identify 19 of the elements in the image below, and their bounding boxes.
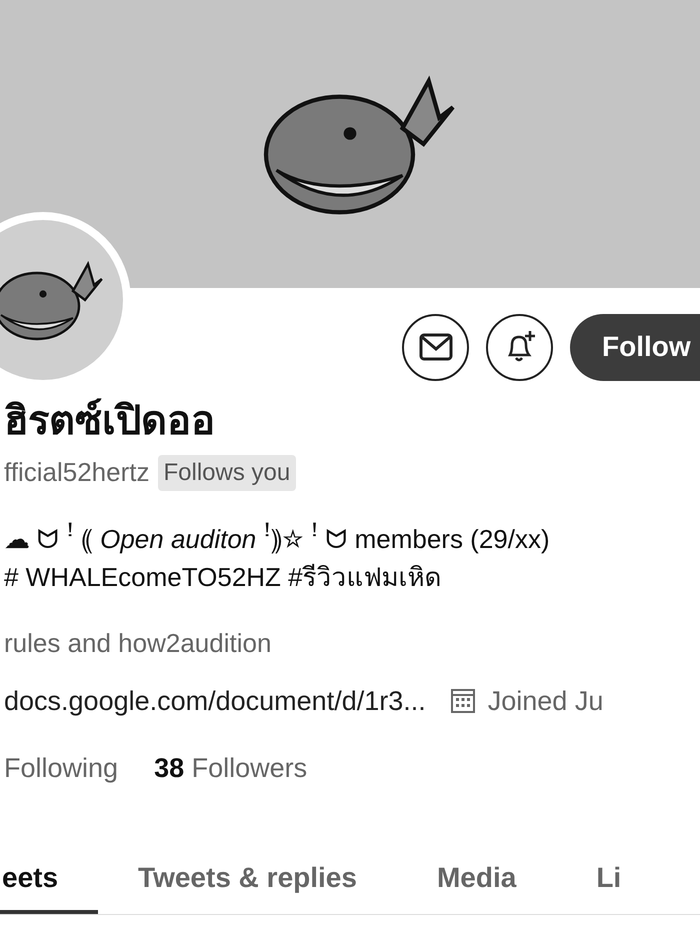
profile-tab[interactable]: eets (0, 846, 98, 914)
follow-button[interactable]: Follow (570, 314, 700, 380)
followers-link[interactable]: 38 Followers (154, 748, 308, 788)
calendar-icon (450, 688, 476, 714)
profile-tab[interactable]: Li (556, 846, 662, 914)
envelope-icon (418, 333, 452, 361)
joined-date: Joined Ju (488, 685, 604, 718)
profile-name: ฮิรตซ์เปิดออ (4, 397, 216, 445)
bio-text: # WHALEcomeTO52HZ #รีวิวแฟมเหิด (4, 561, 443, 594)
profile-handle: fficial52hertz (4, 456, 150, 489)
website-link[interactable]: docs.google.com/document/d/1r3... (4, 681, 426, 722)
location-text: rules and how2audition (4, 627, 272, 660)
bio-text: ☁ ᗢ ꜝ ⸨ Open auditon ꜝ⸩☆ ꜝ ᗢ members (29/xx) (4, 522, 551, 556)
following-link[interactable]: Following (4, 748, 118, 788)
message-button[interactable] (402, 314, 469, 380)
follows-you-badge: Follows you (158, 454, 296, 490)
profile-tab[interactable]: Media (396, 846, 556, 914)
profile-tab[interactable]: Tweets & replies (98, 846, 397, 914)
notification-button[interactable] (486, 314, 553, 380)
